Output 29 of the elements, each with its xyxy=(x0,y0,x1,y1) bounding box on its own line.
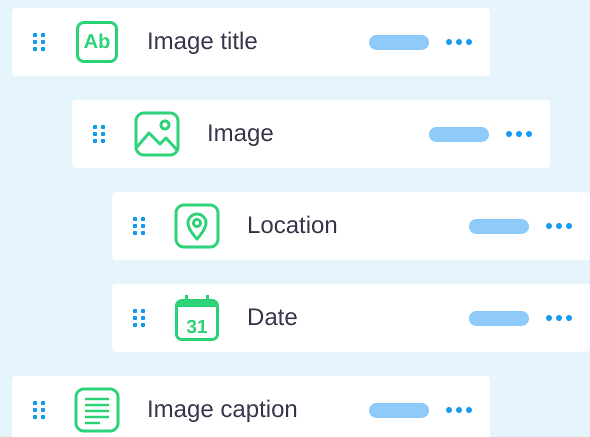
placeholder-bar xyxy=(429,126,489,142)
list-item-card[interactable]: Image xyxy=(72,100,550,168)
placeholder-bar xyxy=(369,34,429,50)
document-icon xyxy=(74,387,120,433)
more-options-icon[interactable] xyxy=(446,407,472,413)
more-options-icon[interactable] xyxy=(446,39,472,45)
item-label: Image title xyxy=(147,27,259,57)
list-item-card[interactable]: Image caption xyxy=(12,376,490,437)
item-label: Image caption xyxy=(147,395,299,425)
drag-handle-icon[interactable] xyxy=(133,217,145,235)
drag-handle-icon[interactable] xyxy=(33,33,45,51)
placeholder-bar xyxy=(469,310,529,326)
text-format-icon: Ab xyxy=(76,21,118,63)
location-pin-icon xyxy=(174,203,220,249)
drag-handle-icon[interactable] xyxy=(33,401,45,419)
item-label: Image xyxy=(207,119,275,149)
list-item-card[interactable]: 31 Date xyxy=(112,284,590,352)
list-item-card[interactable]: Location xyxy=(112,192,590,260)
list-item-card[interactable]: Ab Image title xyxy=(12,8,490,76)
more-options-icon[interactable] xyxy=(546,315,572,321)
drag-handle-icon[interactable] xyxy=(93,125,105,143)
image-icon xyxy=(134,111,180,157)
item-label: Location xyxy=(247,211,339,241)
drag-handle-icon[interactable] xyxy=(133,309,145,327)
item-label: Date xyxy=(247,303,299,333)
more-options-icon[interactable] xyxy=(546,223,572,229)
placeholder-bar xyxy=(369,402,429,418)
placeholder-bar xyxy=(469,218,529,234)
more-options-icon[interactable] xyxy=(506,131,532,137)
